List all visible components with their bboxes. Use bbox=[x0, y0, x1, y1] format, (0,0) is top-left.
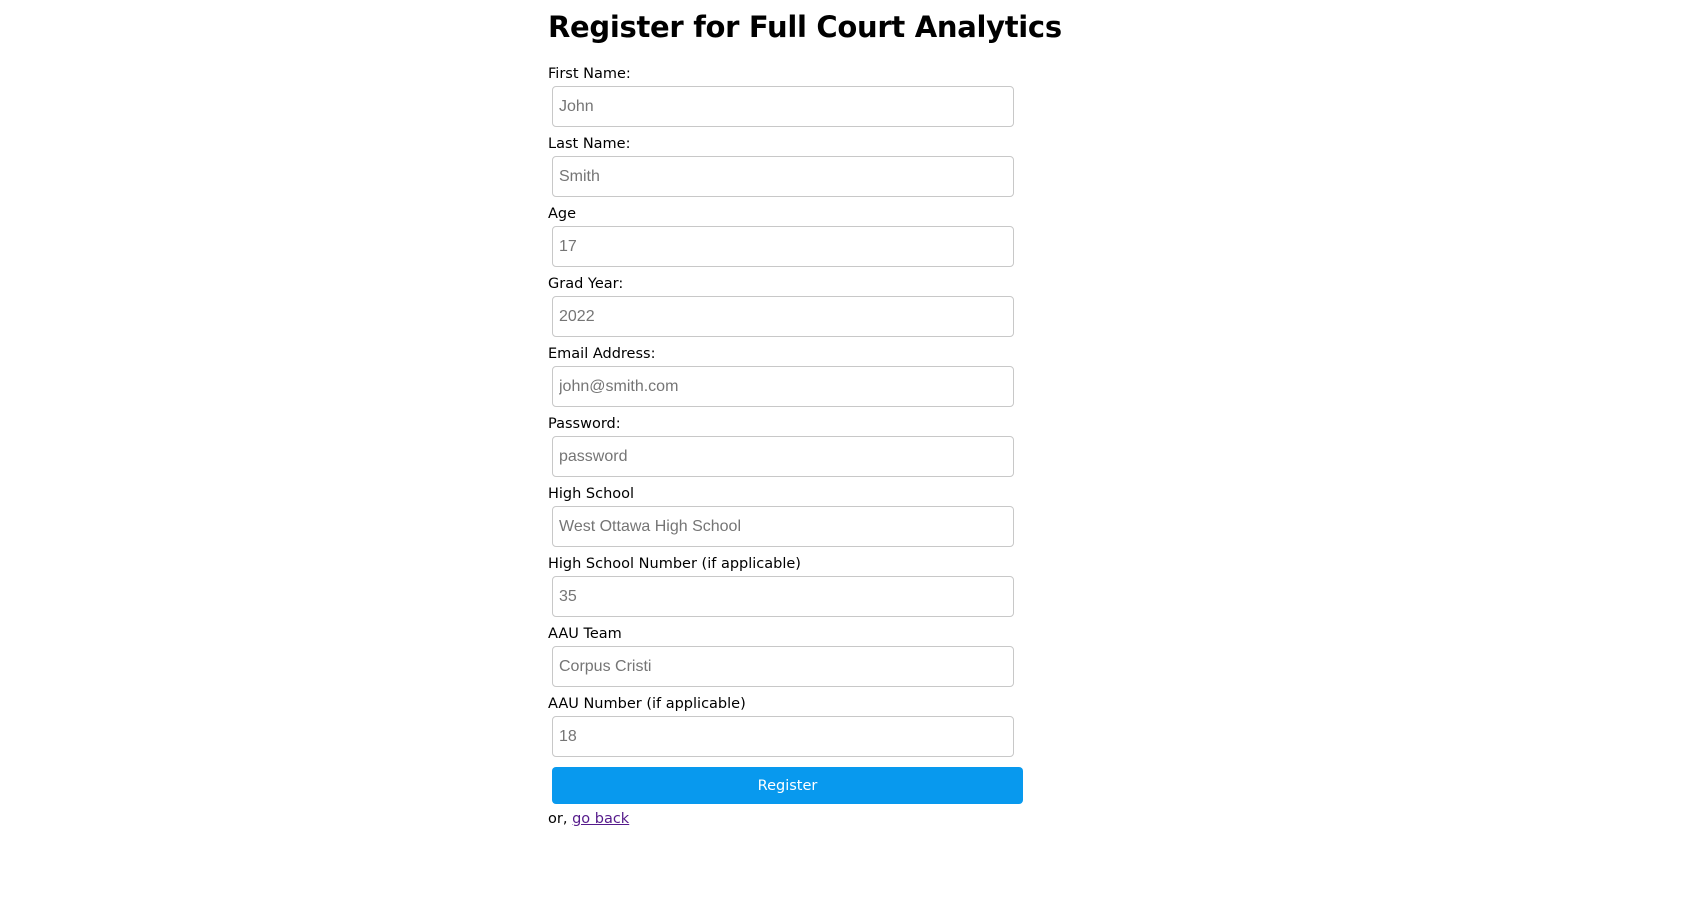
back-line: or, go back bbox=[548, 809, 629, 829]
aau-team-group: AAU Team bbox=[548, 624, 1028, 687]
email-group: Email Address: bbox=[548, 344, 1028, 407]
aau-team-input[interactable] bbox=[552, 646, 1014, 687]
first-name-group: First Name: bbox=[548, 64, 1028, 127]
password-label: Password: bbox=[548, 416, 621, 432]
first-name-input[interactable] bbox=[552, 86, 1014, 127]
age-label: Age bbox=[548, 206, 577, 222]
aau-number-group: AAU Number (if applicable) bbox=[548, 694, 1028, 757]
high-school-input[interactable] bbox=[552, 506, 1014, 547]
first-name-label: First Name: bbox=[548, 66, 631, 82]
high-school-number-group: High School Number (if applicable) bbox=[548, 554, 1028, 617]
grad-year-label: Grad Year: bbox=[548, 276, 624, 292]
high-school-number-label: High School Number (if applicable) bbox=[548, 556, 801, 572]
email-input[interactable] bbox=[552, 366, 1014, 407]
go-back-link[interactable]: go back bbox=[572, 811, 629, 827]
aau-team-label: AAU Team bbox=[548, 626, 622, 642]
grad-year-group: Grad Year: bbox=[548, 274, 1028, 337]
register-button[interactable]: Register bbox=[552, 767, 1023, 804]
age-group: Age bbox=[548, 204, 1028, 267]
password-group: Password: bbox=[548, 414, 1028, 477]
email-label: Email Address: bbox=[548, 346, 656, 362]
back-prefix: or, bbox=[548, 811, 573, 827]
high-school-number-input[interactable] bbox=[552, 576, 1014, 617]
aau-number-input[interactable] bbox=[552, 716, 1014, 757]
high-school-label: High School bbox=[548, 486, 635, 502]
grad-year-input[interactable] bbox=[552, 296, 1014, 337]
last-name-group: Last Name: bbox=[548, 134, 1028, 197]
last-name-input[interactable] bbox=[552, 156, 1014, 197]
age-input[interactable] bbox=[552, 226, 1014, 267]
aau-number-label: AAU Number (if applicable) bbox=[548, 696, 746, 712]
high-school-group: High School bbox=[548, 484, 1028, 547]
page-title: Register for Full Court Analytics bbox=[548, 10, 1062, 44]
last-name-label: Last Name: bbox=[548, 136, 631, 152]
password-input[interactable] bbox=[552, 436, 1014, 477]
